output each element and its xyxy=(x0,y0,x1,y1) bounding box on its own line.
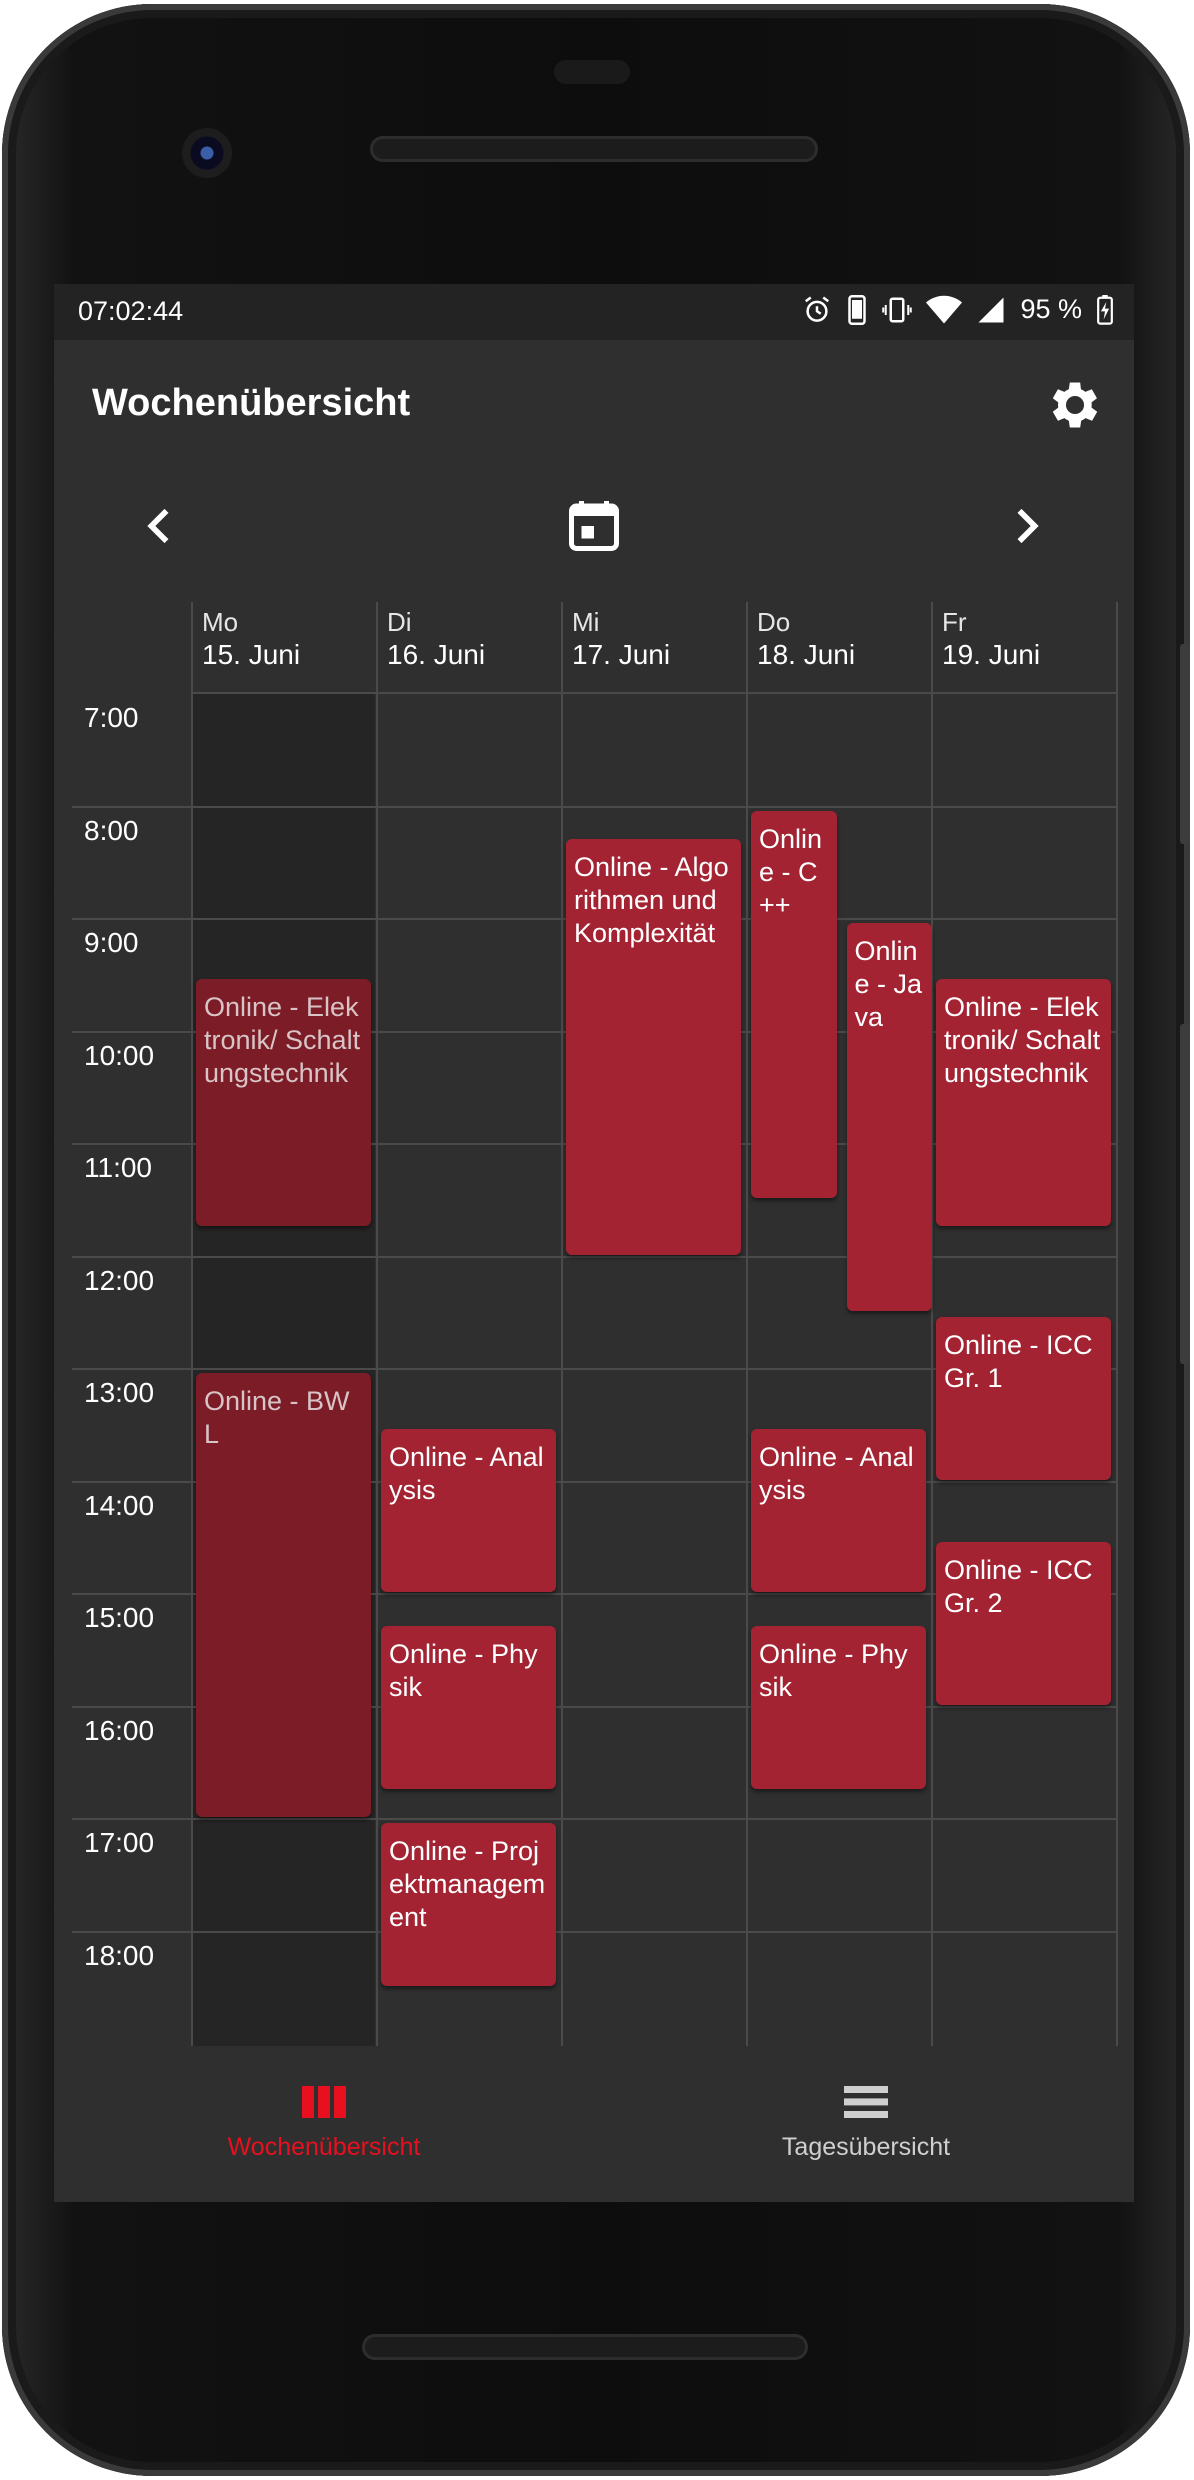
event-block[interactable]: Online - ICC Gr. 2 xyxy=(936,1541,1111,1705)
hour-label: 14:00 xyxy=(84,1489,155,1521)
hour-label: 17:00 xyxy=(84,1827,155,1858)
week-view-icon xyxy=(302,2086,346,2118)
event-block[interactable]: Online - BWL xyxy=(196,1373,371,1817)
tab-wochenuebersicht[interactable]: Wochenübersicht xyxy=(174,2082,474,2162)
hour-line xyxy=(72,1255,1117,1258)
tab-tagesuebersicht[interactable]: Tagesübersicht xyxy=(716,2082,1016,2162)
grid-column-line xyxy=(931,602,933,2046)
signal-icon xyxy=(978,297,1004,322)
day-name: Do xyxy=(757,607,791,637)
event-block[interactable]: Online - Analysis xyxy=(751,1429,926,1592)
battery-charging-icon xyxy=(1097,294,1113,325)
hour-label: 13:00 xyxy=(84,1377,155,1408)
day-header: Fr 19. Juni xyxy=(942,606,1040,672)
week-navigation xyxy=(54,472,1134,582)
front-camera-icon xyxy=(182,128,232,178)
status-icons: 95 % xyxy=(802,294,1114,325)
phone-frame: 07:02:44 95 % Wochenübersicht Mo 15. Jun… xyxy=(2,4,1190,2476)
hour-line xyxy=(72,1930,1117,1933)
bottom-navigation: Wochenübersicht Tagesübersicht xyxy=(54,2054,1134,2202)
vibrate-icon xyxy=(882,297,913,322)
gear-icon[interactable] xyxy=(1044,374,1106,436)
day-header: Do 18. Juni xyxy=(757,606,855,672)
hour-label: 10:00 xyxy=(84,1039,155,1071)
event-block[interactable]: Online - Algorithmen und Komplexität xyxy=(566,838,741,1255)
bottom-speaker xyxy=(362,2334,808,2360)
day-view-icon xyxy=(844,2086,888,2118)
event-block[interactable]: Online - Physik xyxy=(751,1626,926,1789)
day-name: Mo xyxy=(202,607,239,637)
day-date: 17. Juni xyxy=(572,639,671,670)
day-date: 16. Juni xyxy=(387,639,486,670)
status-bar: 07:02:44 95 % xyxy=(54,284,1134,340)
grid-column-line xyxy=(191,602,193,2046)
day-header: Di 16. Juni xyxy=(387,606,485,672)
grid-column-line xyxy=(561,602,563,2046)
hour-label: 16:00 xyxy=(84,1714,155,1746)
event-block[interactable]: Online - Analysis xyxy=(381,1429,556,1592)
day-name: Mi xyxy=(572,607,600,637)
calendar-icon[interactable] xyxy=(564,496,624,556)
earpiece-speaker xyxy=(370,136,818,162)
event-block[interactable]: Online - Physik xyxy=(381,1626,556,1789)
volume-button xyxy=(1180,1024,1190,1364)
page-title: Wochenübersicht xyxy=(92,382,411,424)
chevron-left-icon[interactable] xyxy=(134,500,186,552)
day-name: Di xyxy=(387,607,412,637)
hour-line xyxy=(72,805,1117,808)
hour-label: 7:00 xyxy=(84,702,139,733)
grid-column-line xyxy=(1116,602,1118,2046)
day-date: 19. Juni xyxy=(942,639,1041,670)
chevron-right-icon[interactable] xyxy=(1000,500,1052,552)
hour-line xyxy=(72,1818,1117,1820)
hour-label: 8:00 xyxy=(84,814,139,846)
event-block[interactable]: Online - Elektronik/ Schaltungstechnik xyxy=(936,979,1111,1227)
status-time: 07:02:44 xyxy=(78,296,184,326)
day-header: Mi 17. Juni xyxy=(572,606,670,672)
hour-label: 15:00 xyxy=(84,1602,155,1633)
header-divider xyxy=(192,692,1117,694)
week-grid: Mo 15. Juni Di 16. Juni Mi 17. Juni Do 18. Juni… xyxy=(72,602,1132,2052)
past-day-shade xyxy=(192,694,375,2046)
hour-label: 12:00 xyxy=(84,1264,155,1296)
grid-column-line xyxy=(376,602,378,2046)
event-block[interactable]: Online - Java xyxy=(846,923,932,1311)
alarm-icon xyxy=(805,296,830,322)
phone-icon xyxy=(848,294,867,325)
day-date: 18. Juni xyxy=(757,639,856,670)
wifi-icon xyxy=(926,295,963,323)
battery-percent: 95 % xyxy=(1020,294,1082,324)
event-block[interactable]: Online - Projektmanagement xyxy=(381,1823,556,1986)
day-date: 15. Juni xyxy=(202,639,301,670)
app-screen: 07:02:44 95 % Wochenübersicht Mo 15. Jun… xyxy=(54,284,1134,2202)
proximity-sensor xyxy=(554,60,630,84)
event-block[interactable]: Online - ICC Gr. 1 xyxy=(936,1316,1111,1480)
hour-label: 18:00 xyxy=(84,1939,155,1971)
tab-label: Wochenübersicht xyxy=(227,2133,421,2161)
event-block[interactable]: Online - Elektronik/ Schaltungstechnik xyxy=(196,979,371,1227)
event-block[interactable]: Online - C++ xyxy=(751,810,837,1199)
grid-column-line xyxy=(746,602,748,2046)
tab-label: Tagesübersicht xyxy=(781,2133,951,2161)
hour-label: 9:00 xyxy=(84,927,139,958)
day-header: Mo 15. Juni xyxy=(202,606,300,672)
power-button xyxy=(1180,644,1190,844)
app-bar: Wochenübersicht xyxy=(54,340,1134,472)
day-name: Fr xyxy=(942,607,967,637)
hour-label: 11:00 xyxy=(84,1152,152,1183)
